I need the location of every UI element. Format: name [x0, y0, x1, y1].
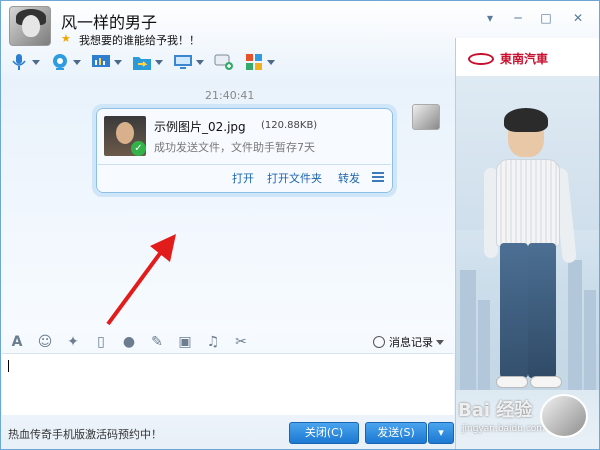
avatar-figure-hair [504, 108, 548, 132]
open-file-link[interactable]: 打开 [232, 170, 254, 186]
voice-call-button[interactable] [9, 51, 40, 73]
chat-window: 风一样的男子 ★ 我想要的谁能给予我！！ ▾ ─ □ ✕ 21:40:41 ✓ … [0, 0, 600, 450]
thumbnail-person [116, 122, 134, 144]
right-show-panel: 東南汽車 Bai 经验 jingyan.baidu.com [455, 38, 599, 449]
avatar-figure-shoe [530, 376, 562, 388]
star-icon: ★ [61, 32, 71, 45]
video-call-button[interactable] [50, 51, 81, 73]
chevron-down-icon [436, 339, 444, 345]
message-input[interactable] [2, 353, 454, 415]
close-button[interactable]: 关闭(C) [289, 422, 359, 444]
chevron-down-icon[interactable] [196, 59, 204, 65]
file-status: 成功发送文件，文件助手暂存7天 [154, 141, 315, 154]
file-thumbnail[interactable]: ✓ [104, 116, 146, 156]
chevron-down-icon[interactable] [114, 59, 122, 65]
doodle-icon[interactable]: ✎ [149, 335, 165, 349]
building-shape [478, 300, 490, 390]
send-options-button[interactable]: ▾ [428, 422, 454, 444]
avatar-figure-shoe [496, 376, 528, 388]
magic-icon[interactable]: ✦ [65, 335, 81, 349]
screenshot-icon[interactable]: ✂ [233, 335, 249, 349]
more-menu-icon[interactable] [372, 172, 384, 184]
avatar-figure-leg [500, 243, 528, 378]
building-shape [584, 290, 596, 390]
close-window-button[interactable]: ✕ [571, 11, 585, 25]
remote-desktop-button[interactable] [173, 51, 204, 73]
create-group-button[interactable] [214, 51, 234, 73]
promo-link[interactable]: 热血传奇手机版激活码预约中！ [8, 426, 162, 442]
file-message-bubble[interactable]: ✓ 示例图片_02.jpg (120.88KB) 成功发送文件，文件助手暂存7天… [92, 104, 397, 197]
message-area[interactable]: 21:40:41 ✓ 示例图片_02.jpg (120.88KB) 成功发送文件… [2, 79, 454, 331]
brand-name: 東南汽車 [500, 52, 549, 66]
annotation-arrow-icon [106, 234, 176, 326]
watermark-text: Bai 经验 [458, 400, 533, 421]
minimize-button[interactable]: ─ [511, 11, 525, 25]
chevron-down-icon[interactable] [267, 59, 275, 65]
contact-small-avatar[interactable] [540, 394, 588, 438]
apps-grid-icon [246, 54, 262, 70]
avatar-figure-shirt [496, 159, 560, 247]
chat-plus-icon [214, 54, 233, 70]
remote-assist-button[interactable] [91, 51, 122, 73]
brand-logo-icon [468, 52, 494, 65]
check-icon: ✓ [131, 141, 146, 156]
chevron-down-icon[interactable] [155, 59, 163, 65]
avatar-figure-leg [528, 243, 556, 378]
send-file-button[interactable] [132, 51, 163, 73]
forward-link[interactable]: 转发 [338, 170, 360, 186]
contact-nickname[interactable]: 风一样的男子 [61, 9, 157, 33]
text-caret [8, 360, 9, 372]
apps-button[interactable] [244, 51, 275, 73]
building-shape [568, 260, 582, 390]
clock-icon [373, 336, 385, 348]
brand-banner[interactable]: 東南汽車 [468, 50, 548, 67]
voice-msg-icon[interactable]: ● [121, 335, 137, 349]
image-icon[interactable]: ▣ [177, 335, 193, 349]
message-history-button[interactable]: 消息记录 [373, 334, 444, 350]
building-shape [460, 270, 476, 390]
file-size: (120.88KB) [261, 120, 318, 131]
font-icon[interactable]: A [9, 335, 25, 349]
microphone-icon [12, 54, 26, 70]
contact-signature: 我想要的谁能给予我！！ [79, 34, 200, 47]
send-button[interactable]: 发送(S) [365, 422, 427, 444]
webcam-icon [53, 54, 67, 70]
music-icon[interactable]: ♫ [205, 335, 221, 349]
avatar-face [22, 15, 40, 37]
pin-menu-icon[interactable]: ▾ [483, 11, 497, 25]
chevron-down-icon[interactable] [73, 59, 81, 65]
watermark-url: jingyan.baidu.com [462, 424, 546, 434]
contact-avatar[interactable] [9, 6, 51, 46]
message-timestamp: 21:40:41 [205, 89, 255, 102]
my-avatar[interactable] [412, 104, 440, 130]
monitor-icon [174, 55, 192, 69]
open-folder-link[interactable]: 打开文件夹 [267, 170, 322, 186]
top-toolbar [9, 51, 285, 73]
maximize-button[interactable]: □ [539, 11, 553, 25]
footer-bar: 热血传奇手机版激活码预约中！ 关闭(C) 发送(S) ▾ [1, 415, 456, 449]
shake-icon[interactable]: ▯ [93, 335, 109, 349]
emoji-icon[interactable]: ☺ [37, 335, 53, 349]
presentation-icon [92, 55, 110, 67]
folder-arrow-icon [133, 57, 151, 70]
divider [98, 164, 391, 165]
history-label: 消息记录 [389, 336, 433, 349]
file-name: 示例图片_02.jpg [154, 120, 246, 134]
chevron-down-icon[interactable] [32, 59, 40, 65]
